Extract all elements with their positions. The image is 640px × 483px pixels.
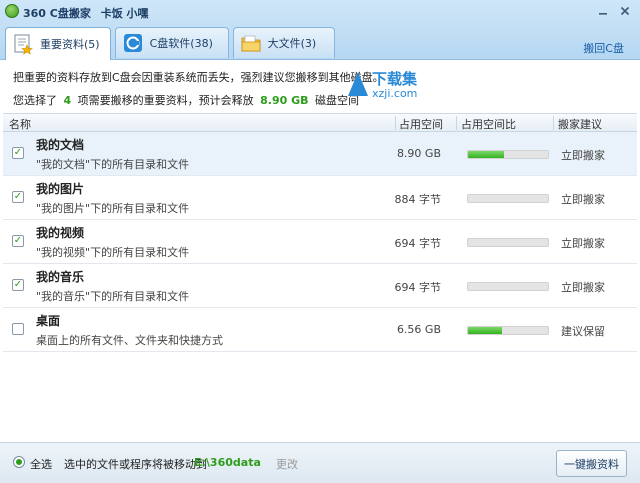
info-summary-text: 您选择了 4 项需要搬移的重要资料，预计会释放 8.90 GB 磁盘空间	[13, 92, 359, 108]
row-advice: 立即搬家	[561, 281, 605, 294]
top-bar: 360 C盘搬家 卡饭 小嘿 重要资料(5) C盘软件(38) 大文件(3) 搬…	[0, 0, 640, 60]
select-all-label[interactable]: 全选	[30, 456, 52, 472]
table-row[interactable]: ✓ 我的文档 "我的文档"下的所有目录和文件 8.90 GB 立即搬家	[3, 132, 637, 176]
row-title: 桌面	[36, 314, 61, 328]
row-description: "我的文档"下的所有目录和文件	[36, 158, 190, 171]
title-bar: 360 C盘搬家 卡饭 小嘿	[0, 0, 640, 24]
summary-count: 4	[63, 94, 72, 107]
row-checkbox[interactable]	[12, 323, 24, 335]
app-subtitle-text: 卡饭 小嘿	[100, 7, 149, 20]
file-table: 名称 占用空间 占用空间比 搬家建议 ✓ 我的文档 "我的文档"下的所有目录和文…	[3, 113, 637, 442]
app-title-text: 360 C盘搬家	[23, 7, 91, 20]
app-title: 360 C盘搬家 卡饭 小嘿	[23, 5, 149, 21]
tab-important-documents[interactable]: 重要资料(5)	[5, 27, 111, 60]
usage-bar-fill	[468, 327, 502, 334]
watermark-text-cn: 下载集	[372, 70, 418, 88]
tab-label: 重要资料(5)	[40, 38, 100, 51]
row-description: 桌面上的所有文件、文件夹和快捷方式	[36, 334, 223, 347]
row-advice: 立即搬家	[561, 237, 605, 250]
row-size: 694 字节	[394, 237, 442, 250]
table-row[interactable]: ✓ 我的视频 "我的视频"下的所有目录和文件 694 字节 立即搬家	[3, 220, 637, 264]
usage-bar	[467, 238, 549, 247]
row-size: 694 字节	[394, 281, 442, 294]
one-key-move-button[interactable]: 一键搬资料	[556, 450, 627, 477]
row-title: 我的图片	[36, 182, 85, 196]
summary-mid: 项需要搬移的重要资料，预计会释放	[77, 94, 254, 107]
close-icon[interactable]	[616, 3, 634, 19]
table-row[interactable]: ✓ 我的图片 "我的图片"下的所有目录和文件 884 字节 立即搬家	[3, 176, 637, 220]
app-logo-icon	[5, 4, 19, 18]
c-drive-software-icon	[122, 32, 144, 54]
column-header-name[interactable]: 名称	[9, 116, 31, 132]
summary-size: 8.90 GB	[260, 94, 309, 107]
move-destination-path: E:\360data	[194, 456, 261, 469]
usage-bar-fill	[468, 151, 504, 158]
usage-bar	[467, 282, 549, 291]
move-destination-text: 选中的文件或程序将被移动到	[64, 458, 207, 471]
row-advice: 建议保留	[561, 325, 605, 338]
select-all-dot	[16, 459, 22, 465]
column-separator	[456, 116, 457, 130]
row-description: "我的图片"下的所有目录和文件	[36, 202, 190, 215]
row-description: "我的音乐"下的所有目录和文件	[36, 290, 190, 303]
tab-big-files[interactable]: 大文件(3)	[232, 27, 335, 58]
move-back-to-c-link[interactable]: 搬回C盘	[583, 40, 624, 56]
minimize-icon[interactable]	[594, 3, 612, 19]
column-header-ratio[interactable]: 占用空间比	[461, 116, 516, 132]
tab-c-drive-software[interactable]: C盘软件(38)	[114, 27, 229, 58]
table-row[interactable]: ✓ 我的音乐 "我的音乐"下的所有目录和文件 694 字节 立即搬家	[3, 264, 637, 308]
row-checkbox[interactable]: ✓	[12, 191, 24, 203]
column-header-advice[interactable]: 搬家建议	[558, 116, 602, 132]
info-panel: 把重要的资料存放到C盘会因重装系统而丢失，强烈建议您搬移到其他磁盘。 您选择了 …	[0, 61, 640, 113]
row-checkbox[interactable]: ✓	[12, 147, 24, 159]
row-advice: 立即搬家	[561, 149, 605, 162]
tab-label: C盘软件(38)	[149, 37, 213, 50]
row-description: "我的视频"下的所有目录和文件	[36, 246, 190, 259]
table-row[interactable]: 桌面 桌面上的所有文件、文件夹和快捷方式 6.56 GB 建议保留	[3, 308, 637, 352]
documents-folder-icon	[12, 33, 34, 55]
usage-bar	[467, 326, 549, 335]
row-title: 我的视频	[36, 226, 85, 240]
watermark-logo: 下载集 xzji.com	[348, 68, 468, 102]
column-separator	[395, 116, 396, 130]
column-header-size[interactable]: 占用空间	[399, 116, 443, 132]
row-size: 6.56 GB	[396, 323, 441, 336]
usage-bar	[467, 194, 549, 203]
row-title: 我的文档	[36, 138, 85, 152]
watermark-text-en: xzji.com	[372, 87, 418, 100]
usage-bar	[467, 150, 549, 159]
column-separator	[553, 116, 554, 130]
row-size: 8.90 GB	[396, 147, 441, 160]
row-advice: 立即搬家	[561, 193, 605, 206]
tab-label: 大文件(3)	[267, 37, 317, 50]
select-all-radio[interactable]	[13, 456, 25, 468]
watermark-arrow-icon	[348, 72, 368, 96]
big-files-folder-icon	[240, 32, 262, 54]
row-checkbox[interactable]: ✓	[12, 235, 24, 247]
info-warning-text: 把重要的资料存放到C盘会因重装系统而丢失，强烈建议您搬移到其他磁盘。	[13, 71, 384, 84]
change-destination-link[interactable]: 更改	[276, 456, 298, 472]
row-title: 我的音乐	[36, 270, 85, 284]
row-size: 884 字节	[394, 193, 442, 206]
summary-prefix: 您选择了	[13, 94, 57, 107]
footer-bar: 全选 选中的文件或程序将被移动到 E:\360data 更改 一键搬资料	[0, 442, 640, 483]
table-header: 名称 占用空间 占用空间比 搬家建议	[3, 114, 637, 132]
tab-bar: 重要资料(5) C盘软件(38) 大文件(3)	[5, 27, 335, 60]
row-checkbox[interactable]: ✓	[12, 279, 24, 291]
window-controls	[594, 3, 634, 19]
